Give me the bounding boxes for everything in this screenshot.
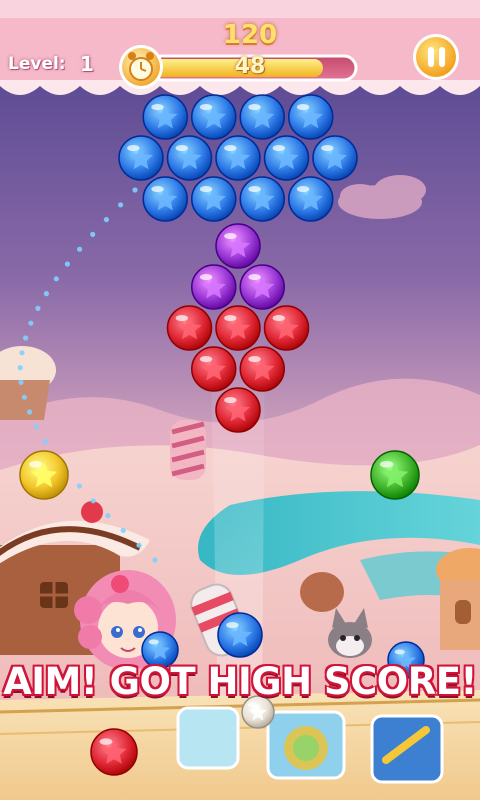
aim-dot (53, 276, 59, 282)
alarm-clock-icon (119, 45, 163, 89)
aim-dot (90, 498, 96, 504)
side-bubble (370, 450, 420, 500)
side-bubble (19, 450, 69, 500)
board-bubble (215, 387, 261, 433)
loaded-bubble (217, 612, 263, 658)
pause-button[interactable] (413, 34, 459, 80)
aim-dot (33, 424, 40, 430)
moves-remaining: 48 (234, 54, 266, 79)
booster-slot[interactable] (176, 706, 240, 770)
board-bubble (239, 346, 285, 392)
board-bubble (263, 135, 310, 181)
board-bubble (239, 264, 285, 310)
board-bubble (215, 305, 261, 351)
board-bubble (142, 176, 188, 222)
aim-dot (132, 187, 138, 193)
aim-dot (19, 350, 25, 356)
reserve-bubble[interactable] (90, 728, 138, 776)
board-bubble (288, 176, 334, 222)
aim-dot (42, 439, 48, 445)
aim-dot (43, 291, 50, 297)
aim-dot (77, 246, 83, 252)
board-bubble (215, 223, 261, 269)
side-bubble-right[interactable] (370, 450, 420, 500)
board-bubble (191, 346, 237, 392)
aim-dot (105, 513, 111, 519)
aim-dot (28, 320, 34, 326)
board-bubble (312, 135, 358, 181)
board-bubble (191, 94, 237, 140)
chocolate-dome (300, 572, 344, 612)
aim-dot (103, 217, 109, 223)
mushroom-house (436, 548, 480, 650)
board-bubble (118, 135, 164, 181)
aim-dot (90, 231, 96, 237)
board-bubble (191, 264, 237, 310)
board-bubble (166, 305, 213, 351)
aim-dot (21, 394, 27, 400)
candy-pillar (170, 420, 206, 480)
board-bubble (215, 135, 261, 181)
aim-dot (76, 483, 82, 489)
side-bubble-left[interactable] (19, 450, 69, 500)
aim-dot (118, 202, 124, 208)
loaded-bubble (217, 612, 263, 658)
aim-dot (18, 379, 24, 385)
board-bubble (263, 305, 310, 351)
board-bubble (288, 94, 334, 140)
aim-dot (136, 542, 142, 548)
promo-banner: AIM! GOT HIGH SCORE! (3, 660, 477, 703)
board-bubble (166, 135, 213, 181)
level-label: Level: (8, 54, 66, 74)
aim-dot (64, 261, 70, 267)
score-counter: 120 (222, 20, 278, 50)
reserve-bubble (90, 728, 138, 776)
level-number: 1 (80, 52, 94, 76)
aim-dot (23, 335, 29, 341)
board-bubble (239, 176, 285, 222)
aim-dot (35, 305, 41, 311)
aim-dot (152, 557, 158, 563)
bottom-tray (0, 690, 480, 800)
board-bubble (142, 94, 188, 140)
aim-dot (27, 409, 33, 415)
board-bubble (191, 176, 237, 222)
aim-dot (17, 365, 23, 371)
aim-dot (120, 527, 126, 534)
board-bubble (239, 94, 285, 140)
